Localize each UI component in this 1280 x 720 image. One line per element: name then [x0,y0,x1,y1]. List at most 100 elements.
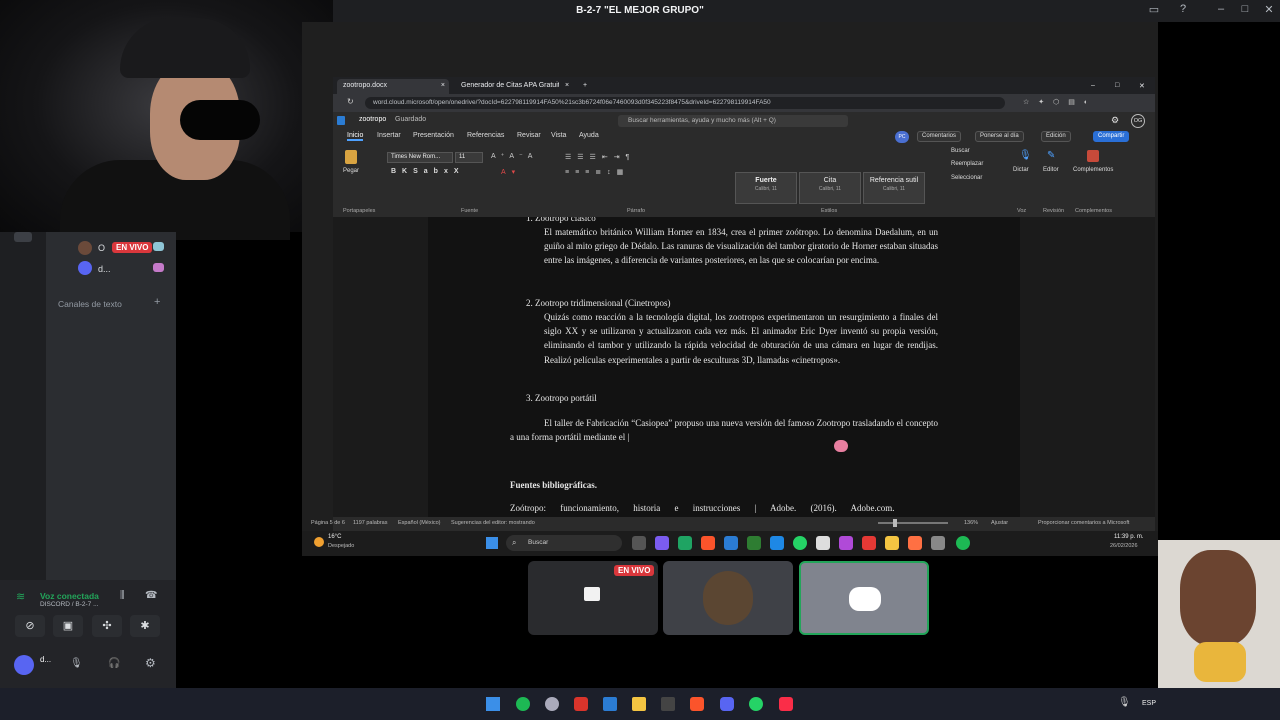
clock-date[interactable]: 26/02/2026 [1110,543,1138,549]
extensions-icons[interactable]: ☆✦⬡▤◐ [1023,98,1143,108]
reload-icon[interactable]: ↻ [347,97,354,106]
url-input[interactable]: word.cloud.microsoft/open/onedrive/?docI… [365,97,1005,109]
file-explorer-icon[interactable] [632,697,646,711]
mic-icon[interactable]: 🎙 [1118,697,1131,708]
voice-user-name[interactable]: O [98,243,105,253]
settings-icon[interactable]: ⚙ [145,656,156,670]
voice-user-name[interactable]: d... [98,264,111,274]
inbox-icon[interactable]: ▭ [1147,3,1161,17]
document-page[interactable]: 1. Zootropo clásico El matemático britán… [428,217,1020,517]
word-count[interactable]: 1197 palabras [353,520,387,526]
close-icon[interactable]: ✕ [1133,79,1151,94]
citation[interactable]: Zoótropo: funcionamiento, historia e ins… [510,501,938,515]
word-icon[interactable] [337,116,345,125]
signal-icon[interactable]: ≋ [16,590,25,603]
maximize-icon[interactable]: □ [1238,3,1252,17]
font-size-select[interactable]: 11 [455,152,483,163]
maximize-icon[interactable]: □ [1109,79,1125,94]
brave-icon[interactable] [690,697,704,711]
paragraph[interactable]: El matemático británico William Horner e… [544,225,938,268]
weather-icon[interactable] [314,537,324,547]
app-icon[interactable] [747,536,761,550]
pdf-icon[interactable] [574,697,588,711]
align-buttons[interactable]: ≡≡≡≣↕▦ [565,168,629,176]
copilot-icon[interactable]: PC [895,131,909,143]
tab-presentacion[interactable]: Presentación [413,132,454,139]
paragraph[interactable]: Quizás como reacción a la tecnología dig… [544,310,938,367]
taskbar-search[interactable]: Buscar [506,535,622,551]
font-size-icons[interactable]: A⁺A⁻A [491,152,537,160]
new-tab-icon[interactable]: + [577,79,593,94]
clock-time[interactable]: 11:39 p. m. [1114,534,1144,540]
avatar[interactable] [14,655,34,675]
whatsapp-icon[interactable] [793,536,807,550]
camera-off-icon[interactable]: ⊘ [15,615,45,637]
format-buttons[interactable]: BKSabxX [391,168,465,175]
style-quote[interactable]: Cita Calibri, 11 [799,172,861,204]
editor-button[interactable]: Editor [1043,167,1059,173]
find-button[interactable]: Buscar [951,148,970,154]
close-tab-icon[interactable]: × [441,82,445,89]
close-icon[interactable]: ✕ [1262,3,1276,17]
color-buttons[interactable]: A▾ [501,168,521,176]
voice-status[interactable]: Voz conectada [40,591,99,601]
spotify-icon[interactable] [516,697,530,711]
paste-icon[interactable] [345,150,357,164]
participant-tile-speaking[interactable] [799,561,929,635]
tab-vista[interactable]: Vista [551,132,566,139]
style-strong[interactable]: Fuerte Calibri, 11 [735,172,797,204]
replace-button[interactable]: Reemplazar [951,161,983,167]
activities-icon[interactable]: ✣ [92,615,122,637]
tab-ayuda[interactable]: Ayuda [579,132,599,139]
paragraph[interactable]: El taller de Fabricación “Casiopea” prop… [510,416,938,444]
minimize-icon[interactable]: – [1085,79,1101,94]
participant-tile[interactable] [663,561,793,635]
paste-button[interactable]: Pegar [343,168,359,174]
file-explorer-icon[interactable] [885,536,899,550]
weather-temp[interactable]: 16°C [328,534,341,540]
list-buttons[interactable]: ☰☰☰⇤⇥¶ [565,153,635,161]
app-icon[interactable] [655,536,669,550]
mic-icon[interactable]: 🎙 [1019,150,1032,161]
weather-desc[interactable]: Despejado [328,543,354,549]
app-icon[interactable] [839,536,853,550]
self-name[interactable]: d... [40,655,51,664]
app-icon[interactable] [816,536,830,550]
tab-insertar[interactable]: Insertar [377,132,401,139]
add-channel-icon[interactable]: + [154,296,160,308]
doc-name[interactable]: zootropo [359,116,386,123]
style-subtle-ref[interactable]: Referencia sutil Calibri, 11 [863,172,925,204]
help-icon[interactable]: ? [1176,3,1190,17]
voice-channel[interactable]: DISCORD / B-2-7 ... [40,601,99,608]
addins-icon[interactable] [1087,150,1099,162]
language[interactable]: Español (México) [398,520,441,526]
screen-share-button[interactable]: ▣ [53,615,83,637]
whatsapp-icon[interactable] [749,697,763,711]
tab-zootropo[interactable]: zootropo.docx × [337,79,449,94]
comments-button[interactable]: Comentarios [917,131,962,142]
word-app-icon[interactable] [603,697,617,711]
server-icon[interactable] [14,232,32,242]
settings-icon[interactable]: ⚙ [1111,115,1119,126]
brave-icon[interactable] [701,536,715,550]
word-app-icon[interactable] [724,536,738,550]
app-icon[interactable] [770,536,784,550]
editor-icon[interactable]: ✎ [1047,150,1055,161]
headphones-icon[interactable]: 🎧 [108,658,120,669]
font-name-select[interactable]: Times New Rom... [387,152,453,163]
stream-preview-tile[interactable]: EN VIVO [528,561,658,635]
app-icon[interactable] [908,536,922,550]
tab-inicio[interactable]: Inicio [347,132,364,141]
editor-suggestions[interactable]: Sugerencias del editor: mostrando [451,520,535,526]
search-input[interactable]: Buscar herramientas, ayuda y mucho más (… [618,115,848,127]
spotify-icon[interactable] [956,536,970,550]
task-view-icon[interactable] [632,536,646,550]
select-button[interactable]: Seleccionar [951,175,982,181]
windows-start-icon[interactable] [486,537,498,549]
catch-up-button[interactable]: Ponerse al día [975,131,1024,142]
soundboard-icon[interactable]: ✱ [130,615,160,637]
chrome-icon[interactable] [678,536,692,550]
windows-start-icon[interactable] [486,697,500,711]
app-icon[interactable] [931,536,945,550]
tab-referencias[interactable]: Referencias [467,132,504,139]
